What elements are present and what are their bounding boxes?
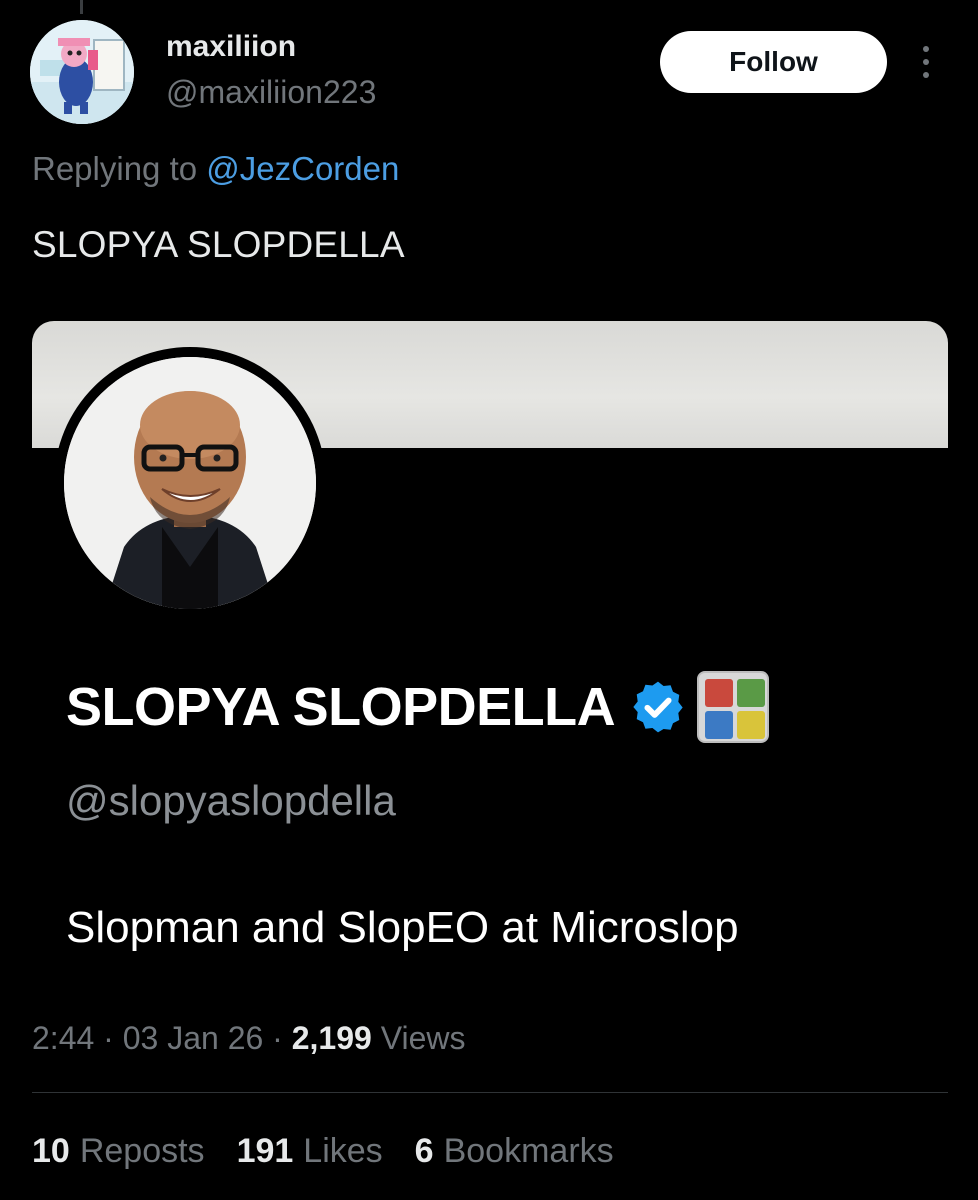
embedded-handle: @slopyaslopdella bbox=[66, 777, 396, 824]
embedded-bio: Slopman and SlopEO at Microslop bbox=[66, 903, 739, 952]
meta-separator: · bbox=[94, 1020, 123, 1056]
views-label: Views bbox=[380, 1020, 466, 1056]
likes-stat[interactable]: 191 Likes bbox=[237, 1132, 383, 1171]
divider bbox=[32, 1092, 948, 1093]
thread-line bbox=[80, 0, 83, 14]
embedded-display-name: SLOPYA SLOPDELLA bbox=[66, 671, 770, 743]
author-handle[interactable]: @maxiliion223 bbox=[166, 74, 376, 111]
reposts-label: Reposts bbox=[79, 1132, 205, 1170]
likes-count: 191 bbox=[236, 1132, 294, 1170]
views-count: 2,199 bbox=[291, 1020, 372, 1056]
follow-button[interactable]: Follow bbox=[660, 31, 887, 93]
bookmarks-stat[interactable]: 6 Bookmarks bbox=[415, 1132, 614, 1171]
author-name[interactable]: maxiliion bbox=[166, 30, 296, 64]
replying-prefix: Replying to bbox=[32, 150, 207, 187]
tweet-date[interactable]: 03 Jan 26 bbox=[123, 1020, 264, 1056]
embedded-display-name-text: SLOPYA SLOPDELLA bbox=[66, 677, 616, 737]
profile-picture bbox=[64, 357, 316, 609]
replying-to: Replying to @JezCorden bbox=[32, 150, 399, 188]
tweet-time[interactable]: 2:44 bbox=[32, 1020, 94, 1056]
verified-badge-icon bbox=[633, 681, 683, 733]
engagement-stats: 10 Reposts 191 Likes 6 Bookmarks bbox=[32, 1132, 614, 1171]
meta-separator: · bbox=[263, 1020, 292, 1056]
bookmarks-count: 6 bbox=[414, 1132, 434, 1170]
reposts-stat[interactable]: 10 Reposts bbox=[32, 1132, 205, 1171]
attached-image[interactable]: SLOPYA SLOPDELLA @slopyaslopdella Slopma… bbox=[32, 321, 948, 1021]
tweet-detail: maxiliion @maxiliion223 Follow Replying … bbox=[0, 0, 978, 1200]
tweet-text: SLOPYA SLOPDELLA bbox=[32, 224, 405, 265]
reposts-count: 10 bbox=[32, 1132, 70, 1170]
author-avatar[interactable] bbox=[30, 20, 134, 124]
affiliate-badge-icon bbox=[697, 671, 770, 743]
tweet-meta: 2:44 · 03 Jan 26 · 2,199 Views bbox=[32, 1020, 465, 1057]
likes-label: Likes bbox=[303, 1132, 383, 1170]
more-icon[interactable] bbox=[914, 40, 938, 84]
reply-mention-link[interactable]: @JezCorden bbox=[206, 150, 399, 187]
bookmarks-label: Bookmarks bbox=[443, 1132, 614, 1170]
